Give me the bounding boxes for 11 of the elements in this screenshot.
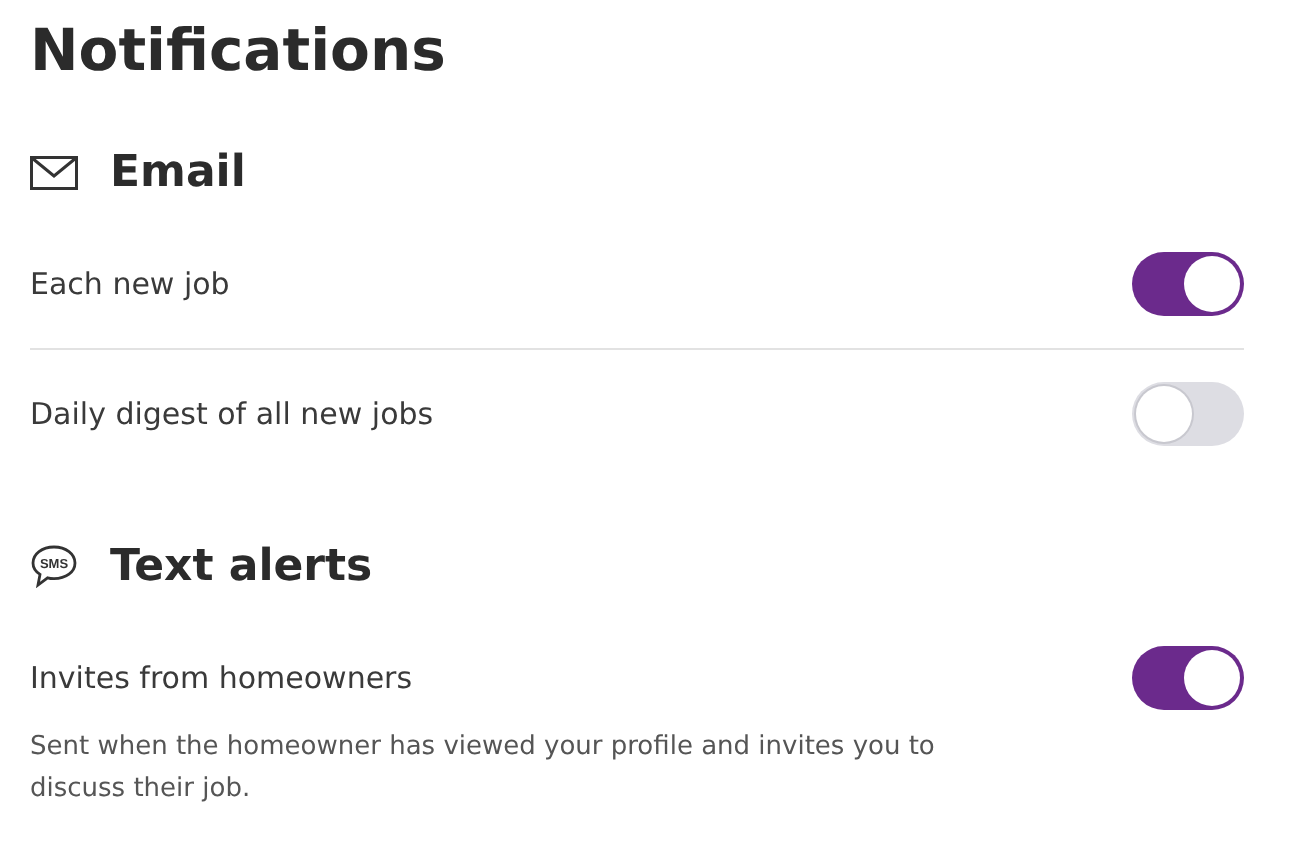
setting-label: Daily digest of all new jobs [30, 396, 434, 432]
toggle-switch[interactable] [1132, 252, 1244, 316]
setting-label: Each new job [30, 266, 230, 302]
toggle-switch[interactable] [1132, 382, 1244, 446]
section-heading: Text alerts [110, 541, 373, 591]
setting-label: Invites from homeowners [30, 660, 413, 696]
toggle-switch[interactable] [1132, 646, 1244, 710]
section-heading: Email [110, 147, 246, 197]
setting-description: Sent when the homeowner has viewed your profile and invites you to discuss their job. [30, 730, 937, 808]
page-title: Notifications [30, 14, 448, 88]
envelope-icon [30, 155, 78, 189]
